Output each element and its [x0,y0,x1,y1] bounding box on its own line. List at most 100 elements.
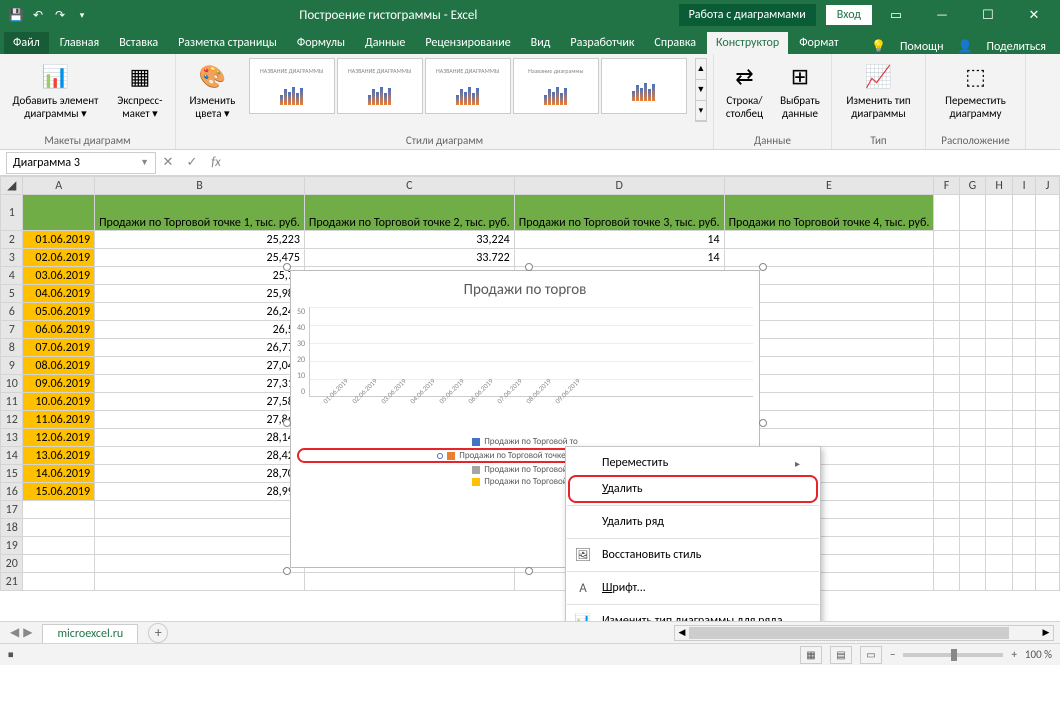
cell[interactable] [959,501,986,519]
tab-help[interactable]: Справка [645,32,705,54]
horizontal-scrollbar[interactable]: ◀▶ [674,625,1054,641]
cell[interactable] [959,267,986,285]
column-header[interactable]: I [1013,177,1036,195]
row-header[interactable]: 18 [1,519,23,537]
normal-view-button[interactable]: ▦ [800,646,822,664]
menu-item-reset-style[interactable]: 🖼Восстановить стиль [566,542,820,568]
cell[interactable] [986,195,1013,231]
formula-input[interactable] [228,152,1060,174]
cell[interactable] [959,339,986,357]
tab-formulas[interactable]: Формулы [288,32,354,54]
cell[interactable]: 28,993 [95,483,305,501]
cell[interactable]: 13.06.2019 [23,447,95,465]
new-sheet-button[interactable]: + [148,623,168,643]
cell[interactable]: Продажи по Торговой точке 3, тыс. руб. [514,195,724,231]
cell[interactable]: 26,51 [95,321,305,339]
move-chart-button[interactable]: ⬚Переместить диаграмму [932,58,1019,122]
cell[interactable] [23,537,95,555]
column-header[interactable]: G [959,177,986,195]
cell[interactable] [1013,411,1036,429]
cell[interactable]: Продажи по Торговой точке 1, тыс. руб. [95,195,305,231]
cell[interactable] [934,303,959,321]
page-layout-view-button[interactable]: ▤ [830,646,852,664]
cell[interactable] [1036,195,1060,231]
menu-item-delete[interactable]: Удалить [566,476,820,502]
cell[interactable]: 26,775 [95,339,305,357]
more-icon[interactable]: ▾ [696,101,706,122]
fx-icon[interactable]: fx [204,155,228,170]
cell[interactable] [934,411,959,429]
cell[interactable] [1013,537,1036,555]
cell[interactable] [23,519,95,537]
row-header[interactable]: 6 [1,303,23,321]
cell[interactable]: 27,042 [95,357,305,375]
cell[interactable] [959,285,986,303]
cell[interactable] [986,321,1013,339]
cell[interactable] [934,195,959,231]
column-header[interactable]: E [724,177,934,195]
cancel-formula-icon[interactable]: ✕ [156,155,180,170]
row-header[interactable]: 7 [1,321,23,339]
cell[interactable] [986,231,1013,249]
zoom-out-button[interactable]: − [890,648,895,661]
cell[interactable]: 09.06.2019 [23,375,95,393]
cell[interactable] [934,339,959,357]
cell[interactable] [1036,501,1060,519]
cell[interactable] [959,393,986,411]
share-button[interactable]: Поделиться [987,40,1046,54]
cell[interactable] [934,483,959,501]
cell[interactable] [1036,231,1060,249]
cell[interactable] [1036,303,1060,321]
scroll-left-icon[interactable]: ◀ [675,626,689,640]
cell[interactable] [986,411,1013,429]
row-header[interactable]: 1 [1,195,23,231]
cell[interactable] [934,447,959,465]
column-header[interactable]: C [304,177,514,195]
cell[interactable] [1013,447,1036,465]
row-header[interactable]: 11 [1,393,23,411]
cell[interactable]: 27,862 [95,411,305,429]
tab-data[interactable]: Данные [356,32,414,54]
cell[interactable]: 15.06.2019 [23,483,95,501]
cell[interactable] [1013,501,1036,519]
change-colors-button[interactable]: 🎨Изменить цвета ▾ [182,58,243,122]
cell[interactable] [934,519,959,537]
row-header[interactable]: 14 [1,447,23,465]
row-header[interactable]: 19 [1,537,23,555]
cell[interactable] [959,483,986,501]
cell[interactable] [1036,519,1060,537]
sheet-tab[interactable]: microexcel.ru [42,624,138,643]
cell[interactable] [1036,339,1060,357]
scrollbar-thumb[interactable] [689,627,1009,639]
cell[interactable]: 08.06.2019 [23,357,95,375]
chart-style-thumb[interactable]: НАЗВАНИЕ ДИАГРАММЫ [337,58,423,114]
column-header[interactable]: B [95,177,305,195]
cell[interactable] [959,555,986,573]
row-header[interactable]: 8 [1,339,23,357]
cell[interactable] [934,555,959,573]
cell[interactable]: 14 [514,231,724,249]
worksheet-area[interactable]: ◢ABCDEFGHIJ1Продажи по Торговой точке 1,… [0,176,1060,621]
cell[interactable] [934,501,959,519]
cell[interactable] [1013,573,1036,591]
redo-icon[interactable]: ↷ [52,7,68,23]
cell[interactable] [1013,393,1036,411]
cell[interactable] [934,375,959,393]
cell[interactable] [934,267,959,285]
cell[interactable] [95,573,305,591]
cell[interactable] [23,501,95,519]
cell[interactable] [1013,519,1036,537]
cell[interactable] [934,393,959,411]
tab-developer[interactable]: Разработчик [561,32,643,54]
next-sheet-icon[interactable]: ▶ [23,625,32,640]
cell[interactable] [934,249,959,267]
cell[interactable] [304,573,514,591]
cell[interactable]: 14.06.2019 [23,465,95,483]
tell-me-label[interactable]: Помощн [900,40,944,54]
cell[interactable]: 28,141 [95,429,305,447]
row-header[interactable]: 21 [1,573,23,591]
row-header[interactable]: 2 [1,231,23,249]
switch-row-column-button[interactable]: ⇄Строка/ столбец [720,58,769,122]
zoom-in-button[interactable]: + [1011,648,1016,661]
cell[interactable] [1036,357,1060,375]
